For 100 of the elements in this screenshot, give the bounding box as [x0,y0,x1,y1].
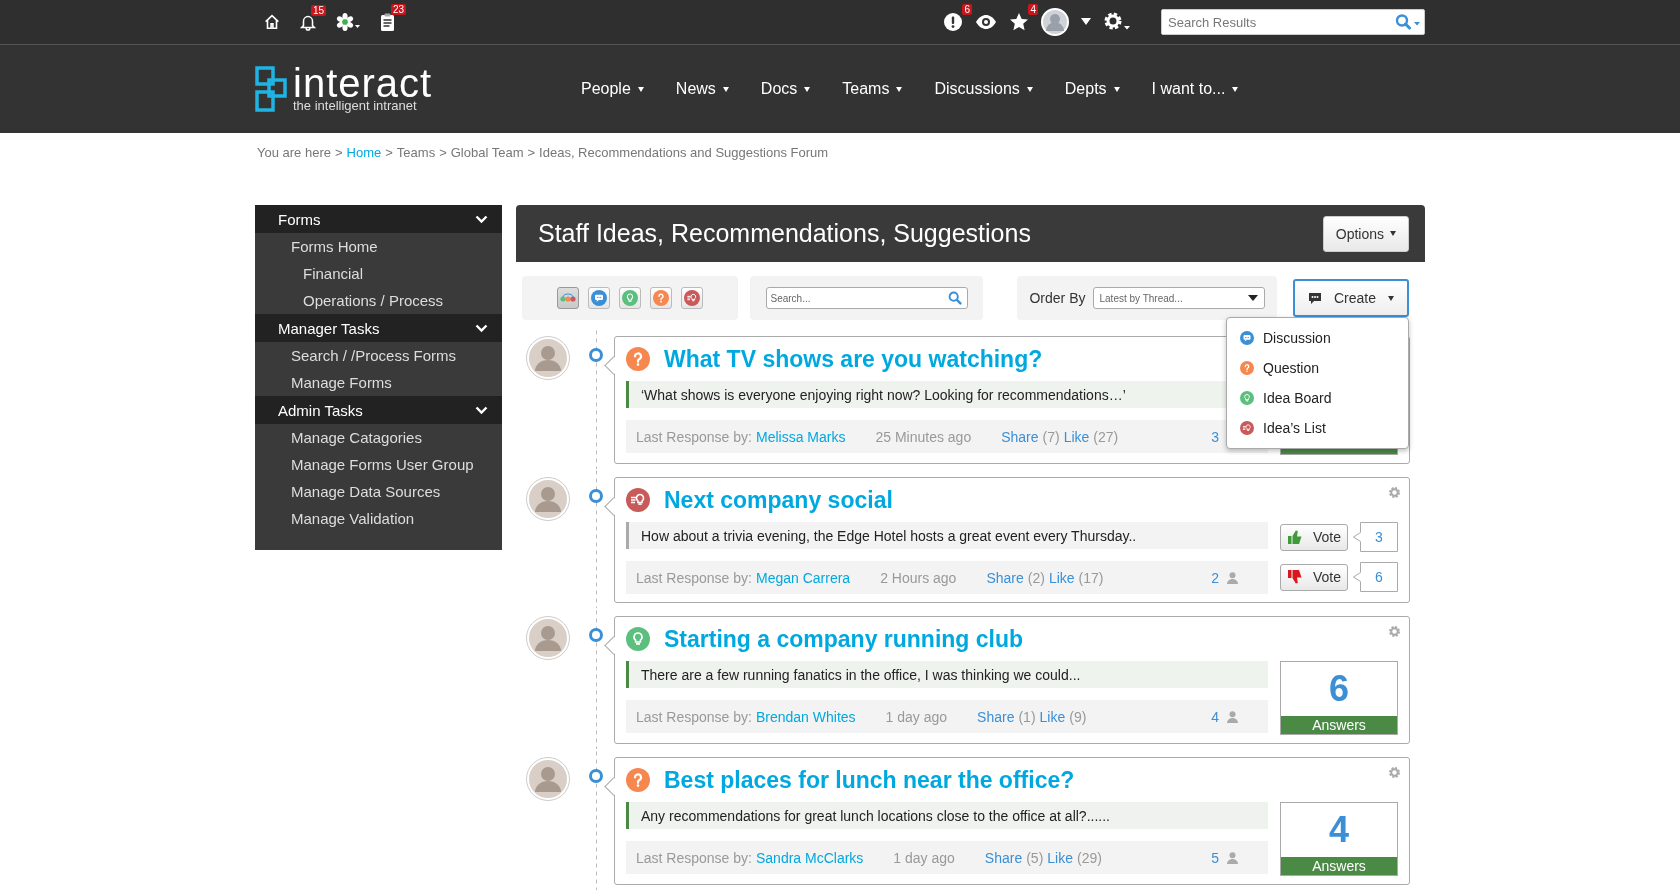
last-response-label: Last Response by: [636,428,752,445]
like-count: (29) [1077,849,1102,866]
star-icon[interactable] [1009,12,1029,32]
sidebar-heading[interactable]: Admin Tasks [255,396,502,424]
timeline-dot [589,348,603,362]
nav-menu-item[interactable]: News [675,80,729,98]
menu-item[interactable]: Idea Board [1227,383,1408,413]
participant-count: 4 [1211,708,1219,725]
share-count: (1) [1018,708,1036,725]
speech-bubble-icon [1240,331,1254,345]
logo-icon [255,66,287,112]
sidebar-heading[interactable]: Forms [255,205,502,233]
nav-menu-item[interactable]: I want to... [1151,80,1239,98]
bell-icon[interactable] [299,13,317,31]
breadcrumb-item: Global Team [450,145,524,162]
sidebar-heading[interactable]: Manager Tasks [255,314,502,342]
thumbs-down-icon [1287,569,1303,585]
menu-item[interactable]: Discussion [1227,323,1408,353]
chevron-icon[interactable] [475,323,488,333]
notification-badge: 23 [390,4,406,15]
flower-icon[interactable] [335,12,361,32]
question-icon [653,290,669,306]
avatar[interactable] [1041,8,1069,36]
like-count: (17) [1078,569,1104,586]
filter-button[interactable] [681,287,703,309]
speech-bubble-icon [1308,291,1322,305]
person-icon [1227,851,1238,864]
speech-bubble-icon [591,290,607,306]
answer-count: 4 [1329,809,1349,851]
lightbulb-icon [622,290,638,306]
menu-item-label: Idea Board [1263,390,1332,406]
sidebar-item[interactable]: Manage Forms [255,369,502,396]
menu-item[interactable]: Question [1227,353,1408,383]
avatar [526,336,570,380]
logo-tagline: the intelligent intranet [293,98,418,112]
last-response-label: Last Response by: [636,569,752,586]
search-field[interactable]: Search Results [1161,9,1425,35]
lightbulb-icon [1240,391,1254,405]
nav-menu-item[interactable]: People [581,80,644,98]
search-icon[interactable] [1395,14,1421,30]
dots-icon [560,293,576,303]
search-field[interactable]: Search... [765,287,968,309]
home-icon[interactable] [263,13,281,31]
nav-menu-item[interactable]: Depts [1064,80,1120,98]
notification-badge: 4 [1028,4,1038,15]
options-button[interactable]: Options [1322,215,1409,252]
filter-button[interactable] [588,287,610,309]
clipboard-icon[interactable] [379,12,397,32]
eye-icon[interactable] [975,14,997,30]
question-icon [1240,361,1254,375]
post-time: 1 day ago [885,708,948,725]
answers-counter[interactable]: 6 Answers [1280,661,1398,735]
order-by-label: Order By [1029,290,1086,306]
vote-button[interactable]: Vote [1280,523,1348,551]
menu-item[interactable]: Idea’s List [1227,413,1408,443]
sidebar-item[interactable]: Forms Home [255,233,502,260]
vote-button[interactable]: Vote [1280,563,1348,591]
menu-item-label: Discussion [1263,330,1331,346]
person-icon [1227,571,1238,584]
participant-count: 5 [1211,849,1219,866]
breadcrumb-separator: > [335,145,343,162]
sidebar-item[interactable]: Manage Forms User Group [255,451,502,478]
caret-icon[interactable] [1081,18,1091,26]
nav-menu-item[interactable]: Docs [760,80,811,98]
person-icon [1227,710,1238,723]
breadcrumb-item: Teams [396,145,436,162]
notification-badge: 15 [310,5,326,16]
last-response-label: Last Response by: [636,708,752,725]
create-button[interactable]: Create [1293,279,1409,317]
sidebar-item[interactable]: Operations / Process [255,287,502,314]
chevron-icon[interactable] [475,405,488,415]
thumbs-up-icon [1287,529,1303,545]
menu-item-label: Question [1263,360,1320,376]
post-time: 2 Hours ago [880,569,957,586]
sidebar-item[interactable]: Manage Data Sources [255,478,502,505]
nav-menu-item[interactable]: Discussions [934,80,1033,98]
timeline-dot [589,769,603,783]
like-count: (27) [1093,428,1119,445]
avatar [526,477,570,521]
search-icon[interactable] [947,291,962,305]
nav-menu-item[interactable]: Teams [842,80,903,98]
filter-button[interactable] [557,287,579,309]
chevron-icon[interactable] [475,214,488,224]
sidebar-item[interactable]: Financial [255,260,502,287]
breadcrumb-separator: > [385,145,393,162]
sidebar-item[interactable]: Manage Catagories [255,424,502,451]
logo-wordmark: interact [293,66,433,99]
post-time: 25 Minutes ago [875,428,972,445]
sidebar-item[interactable]: Search / /Process Forms [255,342,502,369]
sidebar-item[interactable]: Manage Validation [255,505,502,532]
participant-count: 3 [1211,428,1219,445]
breadcrumb-prefix: You are here [257,145,331,162]
answers-counter[interactable]: 4 Answers [1280,802,1398,876]
menu-item-label: Idea’s List [1263,420,1326,436]
breadcrumb-separator: > [439,145,447,162]
order-by-dropdown[interactable]: Latest by Thread... [1092,287,1265,309]
vote-count: 6 [1352,562,1398,592]
timeline-dot [589,489,603,503]
answers-label: Answers [1312,717,1366,733]
alert-icon[interactable] [943,12,963,32]
